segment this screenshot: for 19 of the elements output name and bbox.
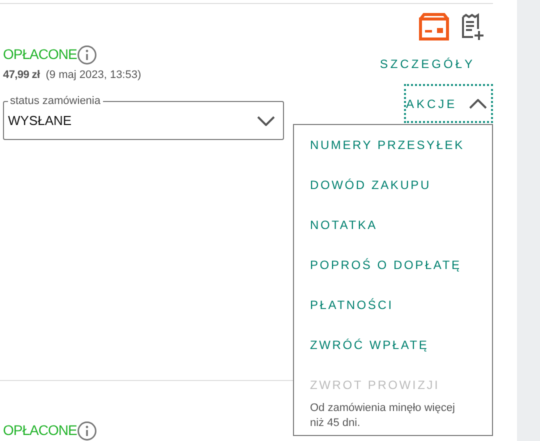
package-icon[interactable] — [419, 13, 449, 41]
menu-item[interactable]: DOWÓD ZAKUPU — [294, 165, 492, 205]
menu-item[interactable]: PŁATNOŚCI — [294, 285, 492, 325]
menu-item[interactable]: NUMERY PRZESYŁEK — [294, 125, 492, 165]
payment-status: OPŁACONE — [3, 422, 77, 438]
order-date: (9 maj 2023, 13:53) — [46, 69, 142, 81]
info-icon[interactable] — [76, 421, 97, 441]
info-icon[interactable] — [76, 45, 97, 65]
chevron-down-icon — [257, 116, 275, 126]
order-amount: 47,99 zł — [3, 69, 40, 81]
details-link[interactable]: SZCZEGÓŁY — [380, 57, 475, 71]
actions-button[interactable]: AKCJE — [404, 84, 493, 123]
menu-item-note: Od zamówienia minęło więcej niż 45 dni. — [309, 401, 456, 431]
payment-status: OPŁACONE — [3, 46, 77, 62]
menu-item[interactable]: ZWRÓĆ WPŁATĘ — [294, 325, 492, 365]
chevron-up-icon — [469, 98, 487, 108]
menu-item[interactable]: POPROŚ O DOPŁATĘ — [294, 245, 492, 285]
add-note-icon[interactable] — [461, 13, 485, 41]
menu-item[interactable]: NOTATKA — [294, 205, 492, 245]
